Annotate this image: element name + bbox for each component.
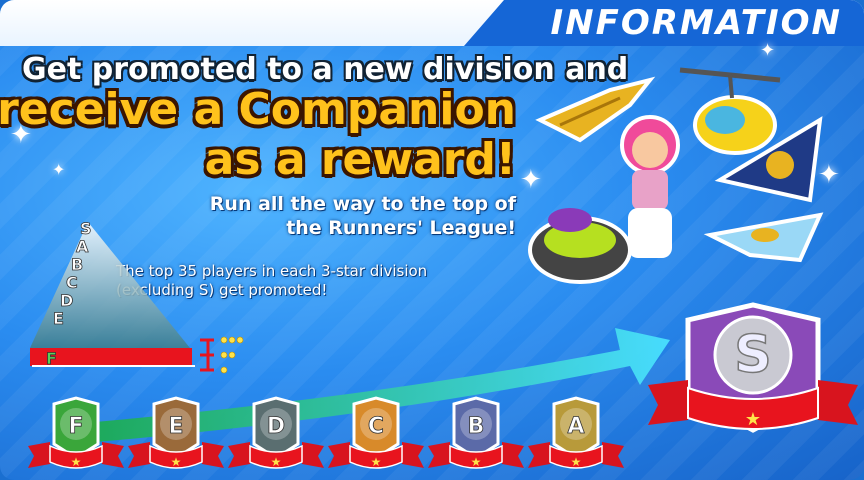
hovercraft-icon: [528, 208, 632, 284]
runner-character-icon: [620, 115, 680, 258]
helicopter-icon: [679, 67, 781, 155]
division-badge-letter: F: [68, 414, 83, 439]
pyramid-letter-a: A: [76, 237, 89, 256]
pyramid-letter-s: S: [80, 220, 92, 238]
division-badge-letter: E: [168, 414, 183, 439]
division-badge-letter: A: [567, 414, 584, 439]
star-icon: ★: [571, 455, 582, 469]
division-badge-letter: D: [267, 414, 285, 439]
division-badge-a: A ★: [528, 396, 624, 478]
star-icon: ★: [271, 455, 282, 469]
headline-line-3: as a reward!: [204, 134, 516, 185]
sparkle-icon: ✦: [52, 160, 66, 179]
division-badge-letter: B: [468, 414, 485, 439]
page-title: INFORMATION: [550, 3, 842, 43]
s-trophy-letter: S: [734, 325, 771, 385]
star-icon: ★: [371, 455, 382, 469]
pyramid-letter-d: D: [60, 291, 73, 310]
star-icon: ★: [471, 455, 482, 469]
division-badge-d: D ★: [228, 396, 324, 478]
pyramid-letter-c: C: [66, 273, 78, 292]
division-badge-f: F ★: [28, 396, 124, 478]
star-icon: ★: [71, 455, 82, 469]
pyramid-letter-b: B: [71, 255, 83, 274]
jet-icon: [703, 212, 824, 263]
division-badge-c: C ★: [328, 396, 424, 478]
companion-items: [528, 67, 824, 284]
pyramid-letter-f: F: [46, 349, 57, 368]
headline-line-2: receive a Companion: [0, 84, 516, 135]
subtitle-line-1: Run all the way to the top of: [209, 193, 516, 215]
star-icon: ★: [171, 455, 182, 469]
information-screen: INFORMATION ✦ ✦ ✦ ✦ ✦ Get promoted to a …: [0, 0, 864, 480]
division-badge-b: B ★: [428, 396, 524, 478]
division-badge-e: E ★: [128, 396, 224, 478]
division-badges: F ★ E ★ D ★ C ★ B ★ A ★: [0, 390, 864, 480]
division-badge-letter: C: [368, 414, 384, 439]
